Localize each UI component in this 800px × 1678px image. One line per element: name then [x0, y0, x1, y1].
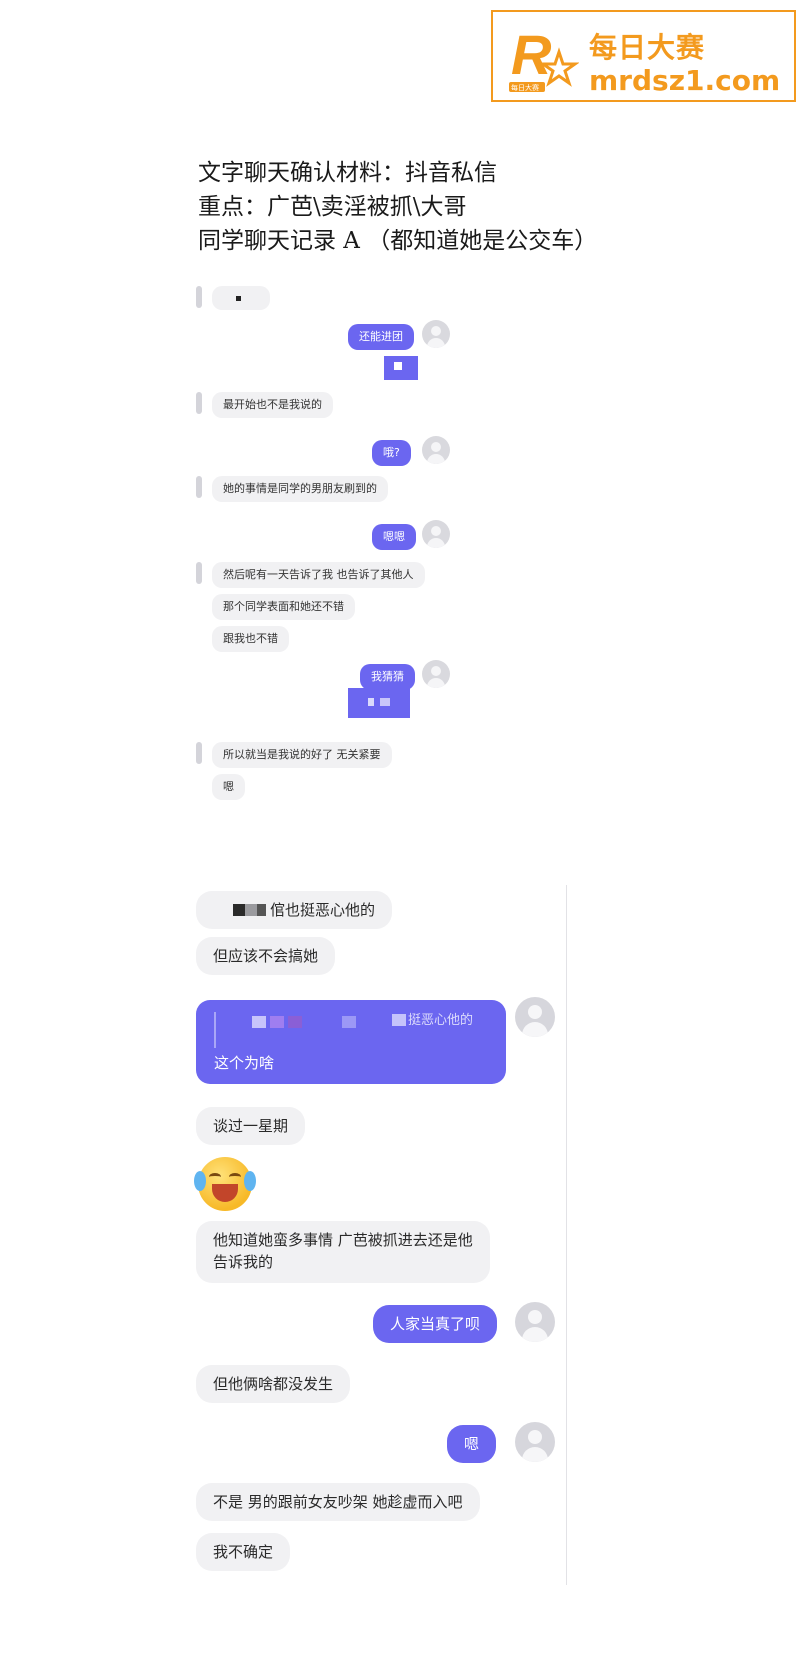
chat-bubble-right: 哦?: [372, 440, 411, 466]
message-text: 这个为啥: [214, 1054, 275, 1072]
redacted-pixel: [368, 698, 374, 706]
redacted-text: [257, 904, 266, 916]
chat-bubble-left: 但应该不会搞她: [196, 937, 336, 975]
watermark: R 每日大赛 每日大赛 mrdsz1.com: [491, 10, 796, 102]
redacted-text: [252, 1016, 266, 1028]
chat-bubble-left: 跟我也不错: [212, 626, 289, 652]
caption-line-3: 同学聊天记录 A （都知道她是公交车）: [198, 228, 598, 254]
watermark-brand: 每日大赛: [589, 31, 706, 64]
chat-bubble-redacted: [212, 286, 270, 310]
caption-line-2: 重点：广芭\卖淫被抓\大哥: [198, 194, 467, 220]
caption-line-1: 文字聊天确认材料：抖音私信: [198, 160, 497, 186]
redacted-text: [270, 1016, 284, 1028]
partial-avatar: [196, 286, 202, 308]
quoted-message: 挺恶心他的: [214, 1012, 488, 1048]
chat-bubble-left: 所以就当是我说的好了 无关紧要: [212, 742, 392, 768]
message-text-line-2: 告诉我的: [213, 1253, 274, 1271]
avatar-icon: [422, 520, 450, 548]
redacted-pixel: [394, 362, 402, 370]
redacted-text: [245, 904, 258, 916]
screenshot-edge: [566, 885, 567, 1585]
svg-text:每日大赛: 每日大赛: [511, 83, 539, 92]
chat-bubble-left: 谈过一星期: [196, 1107, 306, 1145]
partial-avatar: [196, 476, 202, 498]
chat-bubble-left: 不是 男的跟前女友吵架 她趁虚而入吧: [196, 1483, 480, 1521]
chat-bubble-left: 我不确定: [196, 1533, 291, 1571]
small-chat-screenshot: 还能进团 最开始也不是我说的 哦? 她的事情是同学的男朋友刷到的 嗯嗯 然后呢有…: [196, 272, 476, 847]
crying-laughing-emoji-icon: [194, 1157, 256, 1211]
message-text: 倌也挺恶心他的: [270, 901, 376, 919]
chat-bubble-left: 倌也挺恶心他的: [196, 891, 392, 929]
redacted-image-block: [348, 688, 410, 718]
chat-bubble-right: 我猜猜: [360, 664, 415, 690]
large-chat-screenshot: 倌也挺恶心他的 但应该不会搞她 挺恶心他的 这个为啥 谈过一星期 他知道她蛮多事…: [194, 885, 566, 1585]
avatar-icon: [422, 320, 450, 348]
redacted-pixel: [380, 698, 390, 706]
partial-avatar: [196, 562, 202, 584]
avatar-icon: [422, 660, 450, 688]
chat-bubble-right-quote: 挺恶心他的 这个为啥: [196, 1000, 506, 1084]
chat-bubble-left: 那个同学表面和她还不错: [212, 594, 355, 620]
chat-bubble-right: 嗯嗯: [372, 524, 416, 550]
avatar-icon: [515, 1302, 555, 1342]
chat-bubble-left: 他知道她蛮多事情 广芭被抓进去还是他 告诉我的: [196, 1221, 490, 1283]
chat-bubble-left: 然后呢有一天告诉了我 也告诉了其他人: [212, 562, 425, 588]
caption-header: 文字聊天确认材料：抖音私信 重点：广芭\卖淫被抓\大哥 同学聊天记录 A （都知…: [198, 156, 597, 258]
chat-bubble-left: 最开始也不是我说的: [212, 392, 333, 418]
partial-avatar: [196, 392, 202, 414]
chat-bubble-left: 但他俩啥都没发生: [196, 1365, 351, 1403]
message-text: 他知道她蛮多事情 广芭被抓进去还是他: [213, 1231, 473, 1249]
chat-bubble-left: 她的事情是同学的男朋友刷到的: [212, 476, 388, 502]
redacted-text: [288, 1016, 302, 1028]
redacted-text: [233, 904, 246, 916]
chat-bubble-right: 嗯: [447, 1425, 497, 1463]
watermark-domain: mrdsz1.com: [589, 64, 781, 97]
redacted-text: [392, 1014, 406, 1026]
redacted-pixel: [236, 296, 241, 301]
partial-avatar: [196, 742, 202, 764]
avatar-icon: [515, 1422, 555, 1462]
chat-bubble-right: 人家当真了呗: [373, 1305, 498, 1343]
svg-text:R: R: [511, 23, 552, 86]
quoted-text: 挺恶心他的: [408, 1013, 474, 1028]
chat-bubble-left: 嗯: [212, 774, 245, 800]
chat-bubble-right: 还能进团: [348, 324, 414, 350]
brand-logo-icon: R 每日大赛: [509, 23, 579, 92]
avatar-icon: [515, 997, 555, 1037]
avatar-icon: [422, 436, 450, 464]
redacted-text: [342, 1016, 356, 1028]
